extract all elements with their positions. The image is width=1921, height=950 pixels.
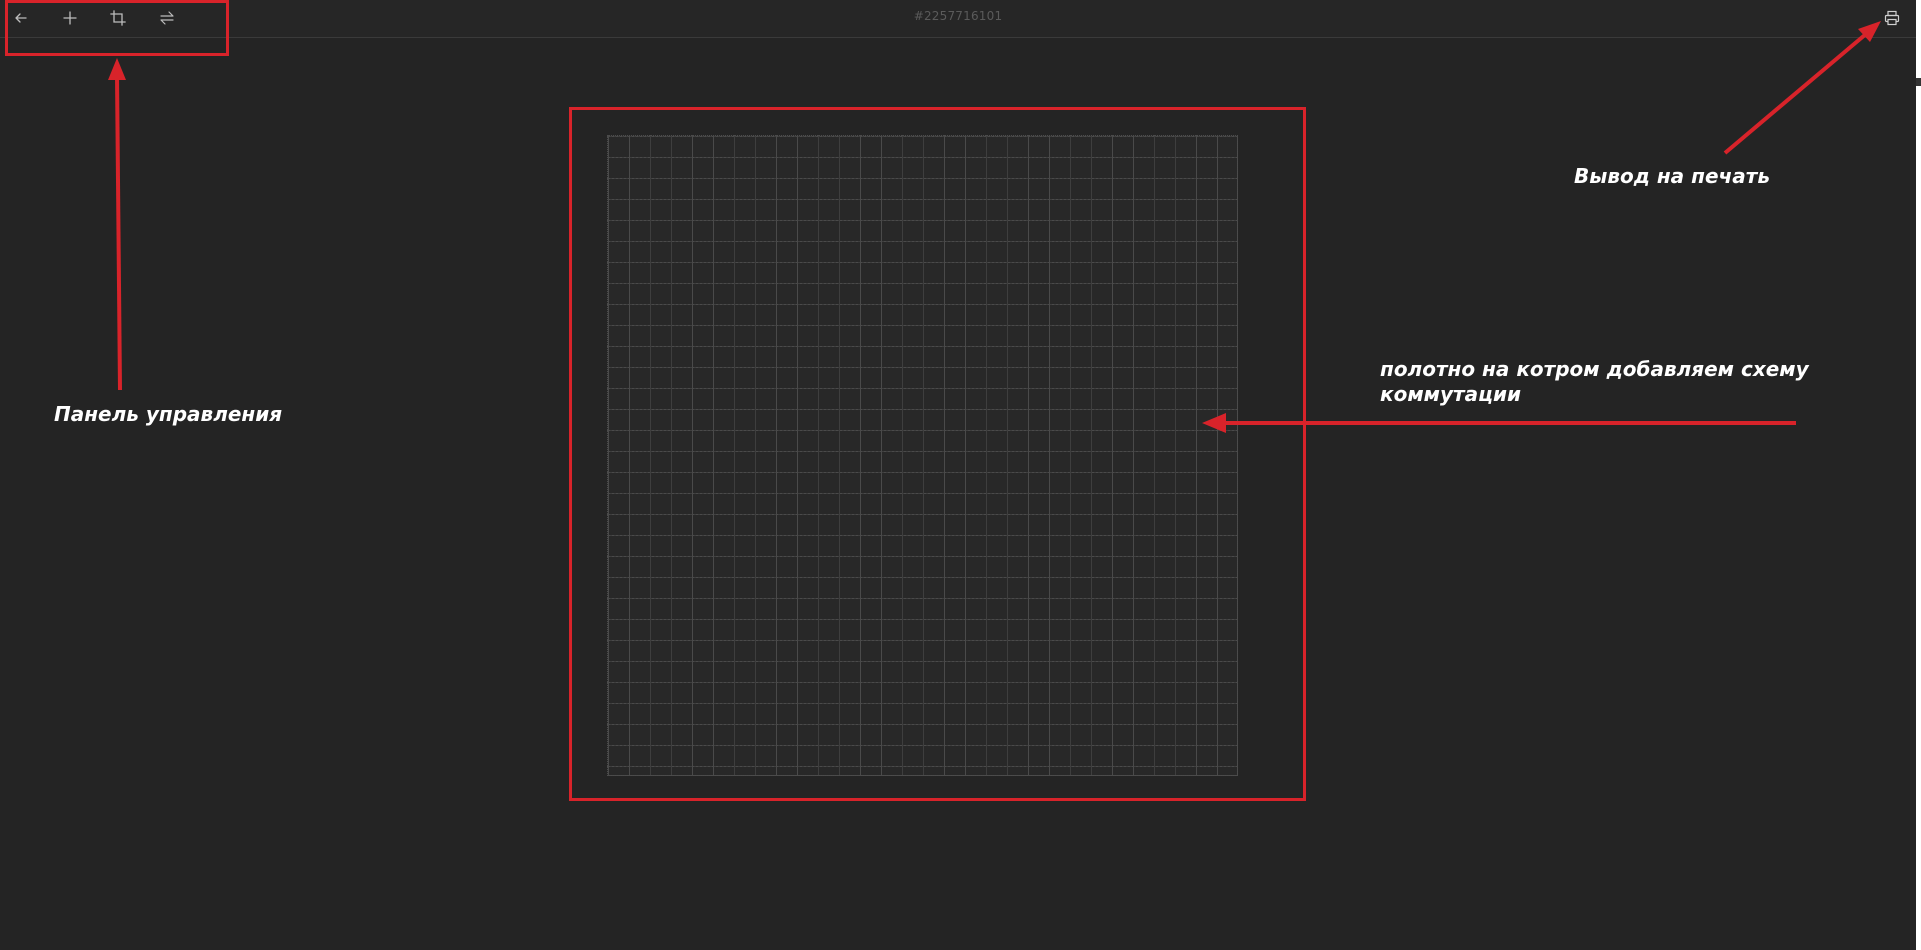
control-panel-label: Панель управления	[54, 402, 283, 426]
print-button[interactable]	[1879, 5, 1905, 31]
control-panel-arrow	[115, 75, 122, 391]
scrollbar-thumb[interactable]	[1916, 78, 1921, 86]
control-panel-arrowhead	[108, 58, 126, 80]
schematic-canvas[interactable]	[607, 135, 1238, 776]
print-label: Вывод на печать	[1574, 164, 1770, 188]
top-toolbar: #2257716101	[0, 0, 1916, 38]
canvas-label-line2: коммутации	[1380, 382, 1521, 406]
document-id: #2257716101	[913, 9, 1003, 23]
app-window: #2257716101 Панель управления Вывод на п…	[0, 0, 1921, 950]
printer-icon	[1884, 10, 1900, 26]
print-arrow	[1723, 32, 1868, 155]
scrollbar-track[interactable]	[1916, 0, 1921, 950]
canvas-label-line1: полотно на котром добавляем схему	[1380, 357, 1809, 381]
